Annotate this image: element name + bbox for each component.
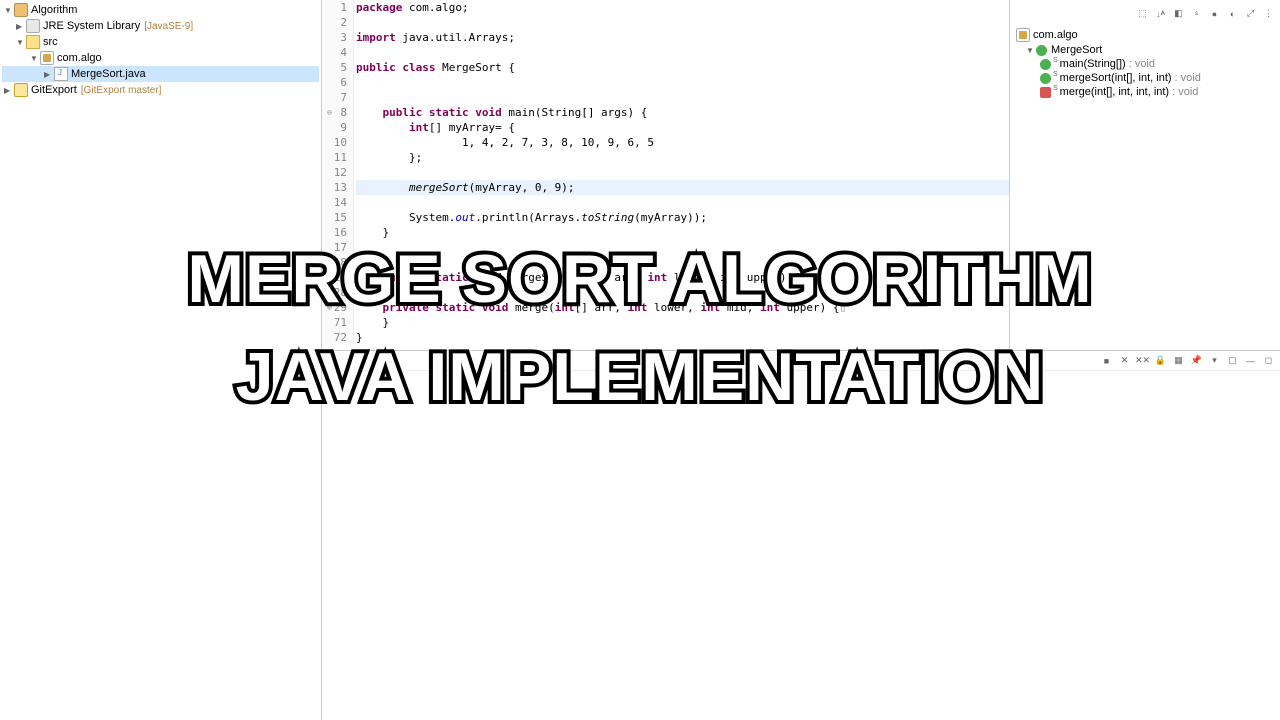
view-menu-icon[interactable]: ⋮ [1261,6,1276,21]
code-line[interactable] [356,45,1009,60]
outline-return-type: : void [1175,72,1201,84]
hide-fields-icon[interactable]: ◧ [1171,6,1186,21]
outline-toolbar: ⬚ ↓ᴬ ◧ ˢ ● ◐ ⤢ ⋮ [1014,4,1276,27]
tree-label: MergeSort.java [71,68,146,80]
fold-icon[interactable]: ⊕ [322,300,332,315]
minimize-icon[interactable]: — [1243,353,1258,368]
tree-jre[interactable]: ▶ JRE System Library [JavaSE-9] [2,18,319,34]
public-method-icon [1040,59,1051,70]
package-icon [1016,28,1030,42]
tree-label: JRE System Library [43,20,140,32]
console-view: ■ ✕ ✕✕ 🔒 ▦ 📌 ▾ ▢ — ◻ [322,350,1280,720]
outline-return-type: : void [1172,86,1198,98]
display-console-icon[interactable]: ▾ [1207,353,1222,368]
tree-package[interactable]: ▼ com.algo [2,50,319,66]
package-explorer: ▼ Algorithm ▶ JRE System Library [JavaSE… [0,0,322,720]
gutter: 1234567⊖89101112131415161718⊕1928⊕297172 [322,0,354,345]
tree-label: GitExport [31,84,77,96]
project-icon [14,3,28,17]
caret-icon: ▼ [1026,46,1036,55]
folder-icon [26,35,40,49]
code-line[interactable]: public static void main(String[] args) { [356,105,1009,120]
caret-icon[interactable]: ▼ [30,54,40,63]
code-line[interactable] [356,255,1009,270]
code-line[interactable]: package com.algo; [356,0,1009,15]
maximize-icon[interactable]: ◻ [1261,353,1276,368]
tree-label: Algorithm [31,4,77,16]
code-line[interactable] [356,15,1009,30]
outline-label: com.algo [1033,29,1078,41]
caret-icon[interactable]: ▼ [16,38,26,47]
sort-icon[interactable]: ↓ᴬ [1153,6,1168,21]
code-line[interactable]: private static void merge(int[] arr, int… [356,300,1009,315]
terminate-icon[interactable]: ■ [1099,353,1114,368]
code-line[interactable]: public static void mergeSort(int[] arr, … [356,270,1009,285]
outline-label: merge(int[], int, int, int) [1060,86,1169,98]
code-line[interactable]: } [356,225,1009,240]
code-lines[interactable]: package com.algo; import java.util.Array… [354,0,1009,345]
hide-static-icon[interactable]: ˢ [1189,6,1204,21]
code-line[interactable]: System.out.println(Arrays.toString(myArr… [356,210,1009,225]
caret-icon[interactable]: ▶ [4,86,14,95]
console-toolbar: ■ ✕ ✕✕ 🔒 ▦ 📌 ▾ ▢ — ◻ [322,351,1280,371]
clear-console-icon[interactable]: ▦ [1171,353,1186,368]
tree-file-mergesort[interactable]: ▶ MergeSort.java [2,66,319,82]
remove-launch-icon[interactable]: ✕ [1117,353,1132,368]
public-method-icon [1040,73,1051,84]
static-badge: S [1053,71,1058,78]
tree-project[interactable]: ▼ Algorithm [2,2,319,18]
outline-package[interactable]: com.algo [1014,27,1276,43]
outline-label: MergeSort [1051,44,1102,56]
hide-nonpublic-icon[interactable]: ● [1207,6,1222,21]
code-line[interactable] [356,285,1009,300]
tree-decor: [JavaSE-9] [144,21,193,32]
code-line[interactable] [356,90,1009,105]
code-line[interactable]: 1, 4, 2, 7, 3, 8, 10, 9, 6, 5 [356,135,1009,150]
outline-method-mergesort[interactable]: S mergeSort(int[], int, int) : void [1014,71,1276,85]
code-line[interactable]: public class MergeSort { [356,60,1009,75]
code-line[interactable]: } [356,330,1009,345]
java-file-icon [54,67,68,81]
pin-console-icon[interactable]: 📌 [1189,353,1204,368]
scroll-lock-icon[interactable]: 🔒 [1153,353,1168,368]
outline-label: mergeSort(int[], int, int) [1060,72,1172,84]
code-line[interactable] [356,165,1009,180]
outline-label: main(String[]) [1060,58,1126,70]
caret-icon[interactable]: ▶ [16,22,26,31]
code-line[interactable]: import java.util.Arrays; [356,30,1009,45]
private-method-icon [1040,87,1051,98]
code-line[interactable]: } [356,315,1009,330]
code-line[interactable]: mergeSort(myArray, 0, 9); [356,180,1009,195]
static-badge: S [1053,57,1058,64]
open-console-icon[interactable]: ▢ [1225,353,1240,368]
caret-icon[interactable]: ▶ [44,70,54,79]
code-line[interactable] [356,195,1009,210]
git-icon [14,83,28,97]
link-editor-icon[interactable]: ⤢ [1243,6,1258,21]
fold-icon[interactable]: ⊖ [322,105,332,120]
hide-local-icon[interactable]: ◐ [1225,6,1240,21]
code-line[interactable] [356,240,1009,255]
tree-decor: [GitExport master] [81,85,162,96]
tree-label: com.algo [57,52,102,64]
package-icon [40,51,54,65]
outline-class[interactable]: ▼ MergeSort [1014,43,1276,57]
outline-method-merge[interactable]: S merge(int[], int, int, int) : void [1014,85,1276,99]
outline-method-main[interactable]: S main(String[]) : void [1014,57,1276,71]
fold-icon[interactable]: ⊕ [322,270,332,285]
tree-src[interactable]: ▼ src [2,34,319,50]
library-icon [26,19,40,33]
static-badge: S [1053,85,1058,92]
tree-gitexport[interactable]: ▶ GitExport [GitExport master] [2,82,319,98]
class-icon [1036,45,1047,56]
tree-label: src [43,36,58,48]
remove-all-icon[interactable]: ✕✕ [1135,353,1150,368]
code-line[interactable] [356,75,1009,90]
caret-icon[interactable]: ▼ [4,6,14,15]
focus-icon[interactable]: ⬚ [1135,6,1150,21]
code-line[interactable]: int[] myArray= { [356,120,1009,135]
code-line[interactable]: }; [356,150,1009,165]
outline-return-type: : void [1129,58,1155,70]
